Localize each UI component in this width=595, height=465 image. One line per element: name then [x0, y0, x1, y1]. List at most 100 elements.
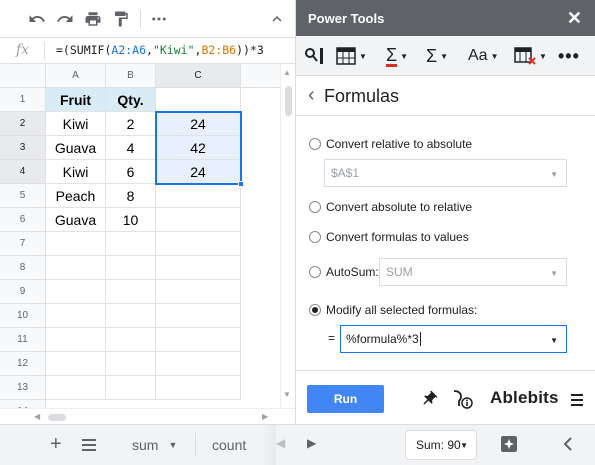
scroll-right-icon[interactable]: ▶ — [262, 412, 268, 421]
vertical-scrollbar[interactable]: ▲ ▼ — [280, 64, 295, 416]
row-header[interactable]: 11 — [0, 328, 46, 352]
horizontal-scroll-thumb[interactable] — [48, 414, 66, 421]
cell-b3[interactable]: 4 — [106, 136, 156, 160]
row-header[interactable]: 3 — [0, 136, 46, 160]
row-header[interactable]: 8 — [0, 256, 46, 280]
undo-icon[interactable] — [24, 6, 50, 32]
more-tools-icon[interactable]: ••• — [558, 46, 580, 66]
ablebits-logo[interactable]: Ablebits — [490, 388, 559, 408]
close-icon[interactable]: ✕ — [567, 8, 582, 29]
formula-bar[interactable]: fx =(SUMIF(A2:A6,"Kiwi",B2:B6))*3 — [0, 38, 295, 64]
row-header[interactable]: 13 — [0, 376, 46, 400]
explore-icon[interactable] — [500, 435, 518, 458]
cell[interactable] — [156, 328, 241, 352]
cell[interactable] — [156, 376, 241, 400]
column-header-c[interactable]: C — [156, 64, 241, 88]
redo-icon[interactable] — [52, 6, 78, 32]
cell[interactable] — [106, 352, 156, 376]
row-header[interactable]: 2 — [0, 112, 46, 136]
radio-button[interactable] — [309, 138, 321, 150]
modify-formula-input[interactable]: %formula%*3 ▼ — [340, 325, 567, 353]
cell-b4[interactable]: 6 — [106, 160, 156, 184]
row-header[interactable]: 7 — [0, 232, 46, 256]
column-header-a[interactable]: A — [46, 64, 106, 88]
collapse-side-panel-icon[interactable] — [562, 435, 574, 458]
formulas-icon[interactable]: Σ ▼ — [426, 46, 448, 66]
scroll-left-icon[interactable]: ◀ — [34, 412, 40, 421]
add-sheet-icon[interactable]: + — [50, 433, 62, 456]
option-modify-formulas[interactable]: Modify all selected formulas: — [309, 303, 477, 317]
select-all-corner[interactable] — [0, 64, 46, 88]
cell[interactable] — [46, 376, 106, 400]
cell[interactable] — [46, 280, 106, 304]
column-header-b[interactable]: B — [106, 64, 156, 88]
scroll-up-icon[interactable]: ▲ — [283, 68, 291, 77]
option-formulas-to-values[interactable]: Convert formulas to values — [309, 230, 469, 244]
cell[interactable] — [46, 352, 106, 376]
help-info-icon[interactable] — [452, 389, 474, 414]
cell-b5[interactable]: 8 — [106, 184, 156, 208]
cell[interactable] — [106, 376, 156, 400]
text-tools-icon[interactable]: Aa ▼ — [468, 46, 499, 66]
fill-handle[interactable] — [238, 181, 244, 187]
cell[interactable] — [106, 256, 156, 280]
scroll-tabs-right-icon[interactable]: ▶ — [307, 436, 316, 450]
row-header[interactable]: 5 — [0, 184, 46, 208]
cell-c3[interactable]: 42 — [156, 136, 241, 160]
cell[interactable] — [106, 232, 156, 256]
cell-c2[interactable]: 24 — [156, 112, 241, 136]
run-button[interactable]: Run — [307, 385, 384, 413]
absolute-type-select[interactable]: $A$1 ▼ — [324, 159, 567, 187]
horizontal-scrollbar[interactable]: ◀ ▶ — [0, 408, 295, 424]
cell-b2[interactable]: 2 — [106, 112, 156, 136]
sum-indicator[interactable]: Sum: 90 ▼ — [405, 430, 477, 460]
option-absolute-to-relative[interactable]: Convert absolute to relative — [309, 200, 472, 214]
cell[interactable] — [46, 328, 106, 352]
start-tool-icon[interactable] — [304, 46, 326, 66]
clear-tools-icon[interactable]: ▼ — [514, 46, 547, 66]
back-chevron-icon[interactable]: ‹ — [308, 84, 315, 107]
cell[interactable] — [156, 256, 241, 280]
data-tools-icon[interactable]: ▼ — [336, 46, 367, 66]
cell-a1[interactable]: Fruit — [46, 88, 106, 112]
row-header[interactable]: 9 — [0, 280, 46, 304]
cell[interactable] — [106, 304, 156, 328]
cell-b6[interactable]: 10 — [106, 208, 156, 232]
autosum-function-select[interactable]: SUM ▼ — [379, 258, 567, 286]
cell[interactable] — [106, 328, 156, 352]
pin-icon[interactable] — [420, 390, 438, 413]
vertical-scroll-thumb[interactable] — [285, 86, 292, 116]
cell-a5[interactable]: Peach — [46, 184, 106, 208]
row-header[interactable]: 6 — [0, 208, 46, 232]
radio-button-checked[interactable] — [309, 304, 321, 316]
chevron-down-icon[interactable]: ▼ — [550, 336, 558, 345]
cell[interactable] — [106, 280, 156, 304]
more-icon[interactable] — [146, 6, 172, 32]
cell[interactable] — [156, 352, 241, 376]
cell-c6[interactable] — [156, 208, 241, 232]
cell-a3[interactable]: Guava — [46, 136, 106, 160]
cell-a4[interactable]: Kiwi — [46, 160, 106, 184]
radio-button[interactable] — [309, 231, 321, 243]
cell[interactable] — [46, 256, 106, 280]
cell[interactable] — [46, 304, 106, 328]
sigma-color-icon[interactable]: Σ ▼ — [386, 46, 408, 67]
scroll-tabs-left-icon[interactable]: ◀ — [276, 436, 285, 450]
row-header[interactable]: 1 — [0, 88, 46, 112]
row-header[interactable]: 4 — [0, 160, 46, 184]
cell-c4[interactable]: 24 — [156, 160, 241, 184]
all-sheets-icon[interactable] — [82, 436, 96, 457]
cell-c1[interactable] — [156, 88, 241, 112]
menu-icon[interactable] — [571, 393, 583, 411]
row-header[interactable]: 12 — [0, 352, 46, 376]
cell[interactable] — [156, 232, 241, 256]
option-relative-to-absolute[interactable]: Convert relative to absolute — [309, 137, 472, 151]
cell[interactable] — [46, 232, 106, 256]
cell-b1[interactable]: Qty. — [106, 88, 156, 112]
cell-a6[interactable]: Guava — [46, 208, 106, 232]
cell-c5[interactable] — [156, 184, 241, 208]
option-autosum[interactable]: AutoSum: — [309, 265, 379, 279]
radio-button[interactable] — [309, 201, 321, 213]
spreadsheet-grid[interactable]: A B C 1 2 3 4 5 6 7 8 9 10 11 12 13 14 F… — [0, 64, 295, 416]
sheet-tab-count[interactable]: count — [212, 425, 246, 465]
